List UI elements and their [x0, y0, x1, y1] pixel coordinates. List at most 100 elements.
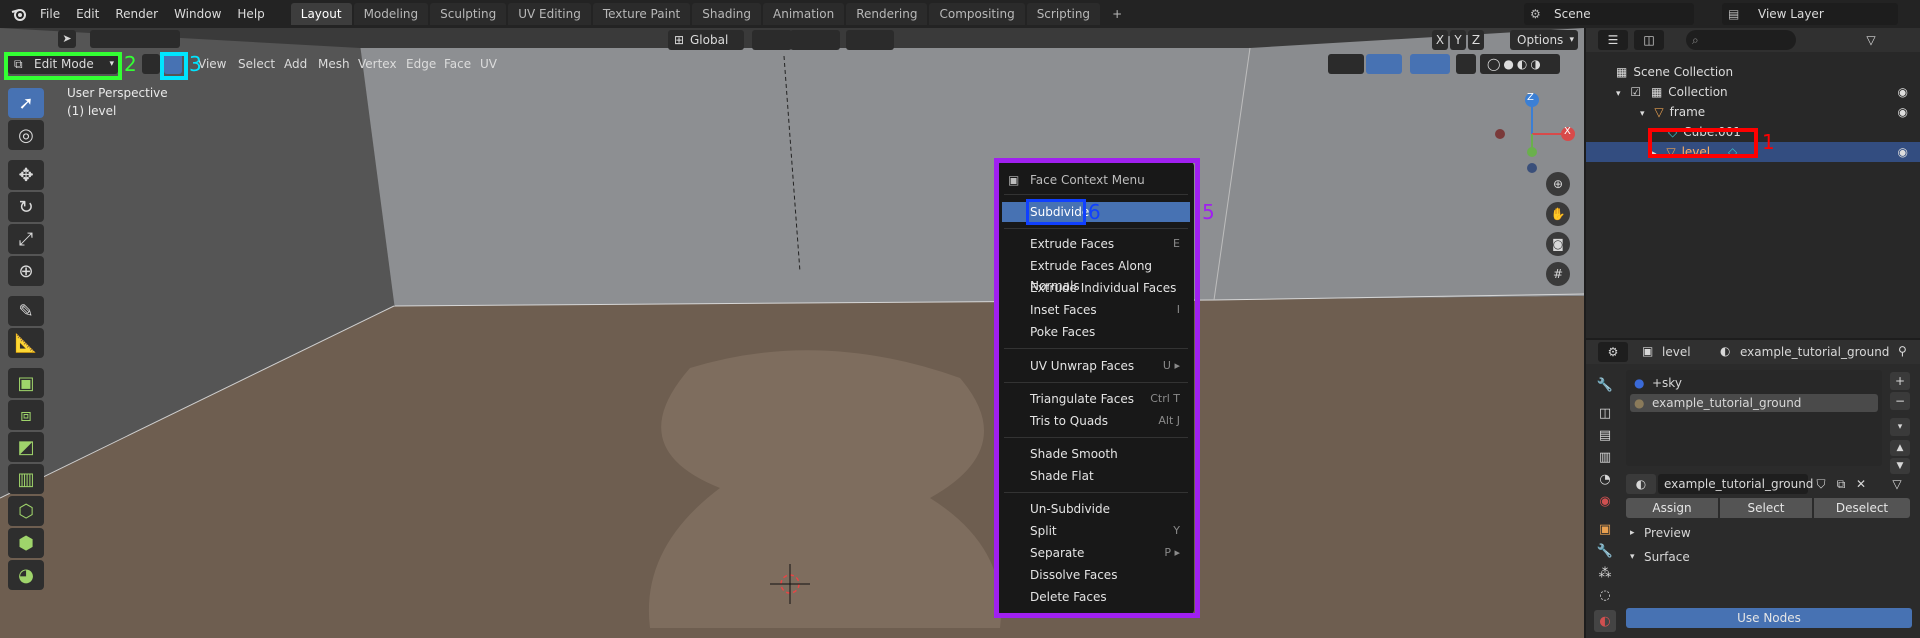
tool-tab-icon[interactable]: 🔧 [1594, 374, 1616, 396]
modifier-tab-icon[interactable]: 🔧 [1594, 540, 1616, 562]
preview-panel-header[interactable]: ▸ Preview [1626, 522, 1916, 544]
remove-slot-button[interactable]: − [1890, 392, 1910, 410]
menu-select[interactable]: Select [232, 54, 281, 74]
menu-render[interactable]: Render [107, 0, 166, 28]
physics-tab-icon[interactable]: ◌ [1594, 584, 1616, 606]
link-dropdown-icon[interactable]: ▽ [1882, 474, 1912, 494]
tab-modeling[interactable]: Modeling [353, 3, 429, 25]
view-layer-tab-icon[interactable]: ▥ [1594, 446, 1616, 468]
visibility-dropdown[interactable] [1328, 54, 1364, 74]
tab-texture-paint[interactable]: Texture Paint [592, 3, 691, 25]
axis-y-toggle[interactable]: Y [1450, 30, 1466, 50]
menu-mesh[interactable]: Mesh [312, 54, 356, 74]
bevel-tool-icon[interactable]: ◩ [8, 432, 44, 462]
move-up-button[interactable]: ▲ [1890, 440, 1910, 456]
navigation-gizmo[interactable]: Z X [1490, 88, 1580, 178]
knife-tool-icon[interactable]: ⬡ [8, 496, 44, 526]
material-slot-ground[interactable]: ● example_tutorial_ground [1630, 394, 1878, 412]
add-slot-button[interactable]: + [1890, 372, 1910, 390]
3d-viewport[interactable]: ⧉ Edit Mode ▾ View Select Add Mesh Verte… [0, 28, 1584, 638]
tab-layout[interactable]: Layout [290, 3, 352, 25]
eye-icon[interactable]: ◉ [1898, 142, 1908, 162]
menu-edge[interactable]: Edge [400, 54, 442, 74]
scale-tool-icon[interactable]: ⤢ [8, 224, 44, 254]
view-layer-selector[interactable]: ▤ View Layer [1722, 3, 1898, 25]
zoom-icon[interactable]: ⊕ [1546, 172, 1570, 196]
menu-help[interactable]: Help [229, 0, 272, 28]
outliner-row-frame[interactable]: ▾ ▽ frame ◉ [1586, 102, 1920, 122]
deselect-button[interactable]: Deselect [1814, 498, 1910, 518]
tab-sculpting[interactable]: Sculpting [430, 3, 507, 25]
tab-compositing[interactable]: Compositing [929, 3, 1025, 25]
loopcut-tool-icon[interactable]: ▥ [8, 464, 44, 494]
use-nodes-button[interactable]: Use Nodes [1626, 608, 1912, 628]
transform-tool-icon[interactable]: ⊕ [8, 256, 44, 286]
blender-logo-icon[interactable] [6, 0, 32, 28]
menu-edit[interactable]: Edit [68, 0, 107, 28]
polybuild-tool-icon[interactable]: ⬢ [8, 528, 44, 558]
menu-vertex[interactable]: Vertex [352, 54, 403, 74]
ortho-grid-icon[interactable]: # [1546, 262, 1570, 286]
outliner-search-input[interactable]: ⌕ [1686, 30, 1796, 50]
tab-animation[interactable]: Animation [763, 3, 845, 25]
transform-orientation-dropdown[interactable]: ⊞ Global [668, 30, 744, 50]
gizmo-toggle[interactable] [1366, 54, 1402, 74]
material-slot-sky[interactable]: ● +sky [1630, 374, 1878, 392]
add-workspace-button[interactable]: + [1102, 3, 1132, 25]
tab-shading[interactable]: Shading [692, 3, 761, 25]
cursor-tool-icon[interactable]: ◎ [8, 120, 44, 150]
annotate-tool-icon[interactable]: ✎ [8, 296, 44, 326]
menu-file[interactable]: File [32, 0, 68, 28]
outliner-row-scene-collection[interactable]: ▦ Scene Collection [1586, 62, 1920, 82]
output-tab-icon[interactable]: ▤ [1594, 424, 1616, 446]
menu-uv[interactable]: UV [474, 54, 503, 74]
pan-hand-icon[interactable]: ✋ [1546, 202, 1570, 226]
move-down-button[interactable]: ▼ [1890, 458, 1910, 474]
object-tab-icon[interactable]: ▣ [1594, 518, 1616, 540]
unlink-material-icon[interactable]: ✕ [1852, 474, 1870, 494]
outliner-row-collection[interactable]: ▾ ☑ ▦ Collection ◉ [1586, 82, 1920, 102]
editor-type-icon[interactable]: ⚙ [1598, 342, 1628, 362]
measure-tool-icon[interactable]: 📐 [8, 328, 44, 358]
spin-tool-icon[interactable]: ◕ [8, 560, 44, 590]
pin-icon[interactable]: ⚲ [1898, 344, 1907, 358]
menu-window[interactable]: Window [166, 0, 229, 28]
render-tab-icon[interactable]: ◫ [1594, 402, 1616, 424]
menu-face[interactable]: Face [438, 54, 477, 74]
select-tool-icon[interactable]: ➚ [8, 88, 44, 118]
move-tool-icon[interactable]: ✥ [8, 160, 44, 190]
world-tab-icon[interactable]: ◉ [1594, 490, 1616, 512]
slot-specials-button[interactable]: ▾ [1890, 418, 1910, 436]
options-dropdown[interactable]: Options ▾ [1510, 30, 1578, 50]
fake-user-icon[interactable]: ⛉ [1812, 474, 1830, 494]
cursor-tool-icon[interactable]: ➤ [58, 30, 76, 48]
duplicate-material-icon[interactable]: ⧉ [1832, 474, 1850, 494]
surface-panel-header[interactable]: ▾ Surface [1626, 546, 1916, 568]
scene-selector[interactable]: ⚙ Scene [1524, 3, 1694, 25]
camera-view-icon[interactable]: ◙ [1546, 232, 1570, 256]
xray-toggle[interactable] [1456, 54, 1476, 74]
checkbox-icon[interactable]: ☑ [1630, 85, 1641, 99]
snap-dropdown[interactable] [790, 30, 840, 50]
select-box-icon[interactable] [90, 30, 180, 48]
tab-scripting[interactable]: Scripting [1026, 3, 1101, 25]
scene-tab-icon[interactable]: ◔ [1594, 468, 1616, 490]
eye-icon[interactable]: ◉ [1898, 102, 1908, 122]
assign-button[interactable]: Assign [1626, 498, 1718, 518]
shading-modes[interactable]: ◯●◐◑ [1480, 54, 1560, 74]
display-mode-icon[interactable]: ◫ [1634, 30, 1664, 50]
filter-icon[interactable]: ▽ [1856, 30, 1886, 50]
menu-add[interactable]: Add [278, 54, 313, 74]
tab-uv-editing[interactable]: UV Editing [508, 3, 591, 25]
particles-tab-icon[interactable]: ⁂ [1594, 562, 1616, 584]
editor-type-icon[interactable]: ☰ [1598, 30, 1628, 50]
tab-rendering[interactable]: Rendering [846, 3, 928, 25]
axis-x-toggle[interactable]: X [1432, 30, 1448, 50]
material-name-field[interactable]: example_tutorial_ground [1658, 474, 1813, 494]
rotate-tool-icon[interactable]: ↻ [8, 192, 44, 222]
vertex-select-button[interactable] [142, 54, 160, 74]
browse-material-button[interactable]: ◐ [1626, 474, 1656, 494]
inset-tool-icon[interactable]: ⧈ [8, 400, 44, 430]
eye-icon[interactable]: ◉ [1898, 82, 1908, 102]
select-button[interactable]: Select [1720, 498, 1812, 518]
